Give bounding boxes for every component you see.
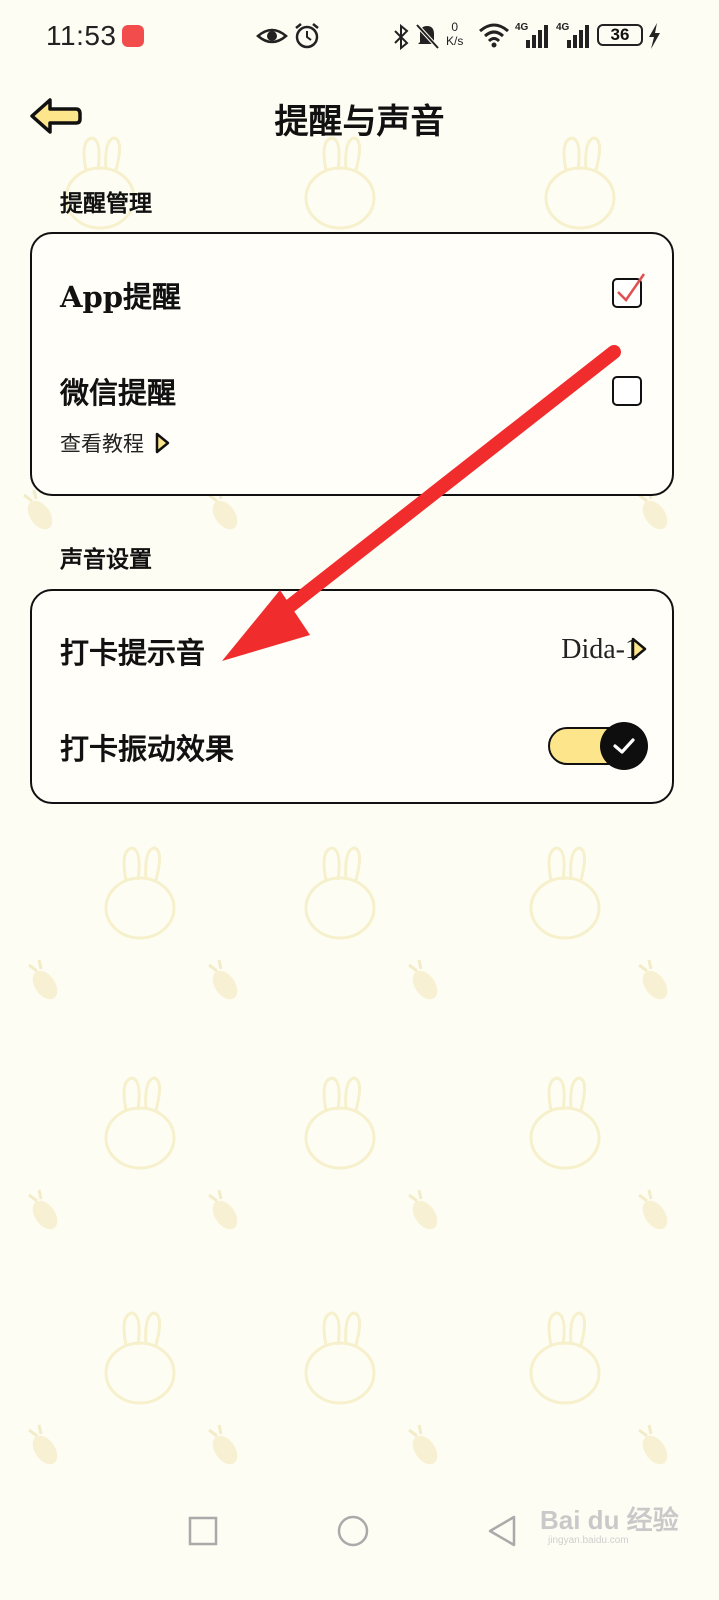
sound-section-label: 声音设置 <box>60 546 152 573</box>
vibration-toggle[interactable] <box>548 722 648 770</box>
view-tutorial-link[interactable]: 查看教程 <box>60 428 170 458</box>
notification-icon <box>122 25 144 47</box>
reminder-section-label: 提醒管理 <box>60 190 152 217</box>
chevron-right-icon[interactable] <box>630 637 648 661</box>
signal-icon <box>567 25 589 48</box>
back-nav-icon[interactable] <box>486 1514 518 1548</box>
bluetooth-icon <box>394 24 409 50</box>
view-tutorial-label: 查看教程 <box>60 432 144 456</box>
watermark-sub: jingyan.baidu.com <box>548 1535 629 1546</box>
checkin-sound-label: 打卡提示音 <box>60 636 206 670</box>
net-speed-value: 0 <box>451 20 459 34</box>
wechat-reminder-checkbox[interactable] <box>612 376 642 406</box>
net-speed: 0 K/s <box>446 20 463 48</box>
play-triangle-icon <box>155 432 170 454</box>
app-reminder-label: App提醒 <box>60 280 182 314</box>
signal-icon <box>526 25 548 48</box>
status-bar: 11:53 0 K/s 4G 4G 36 <box>0 0 719 72</box>
wechat-reminder-label: 微信提醒 <box>60 376 177 410</box>
charging-icon <box>649 23 660 49</box>
home-icon[interactable] <box>336 1514 370 1548</box>
toggle-knob <box>600 722 648 770</box>
mute-bell-icon <box>415 23 440 50</box>
eye-icon <box>256 28 288 44</box>
check-icon <box>613 738 635 754</box>
wifi-icon <box>479 23 509 48</box>
vibration-label: 打卡振动效果 <box>60 732 235 766</box>
check-icon <box>617 273 646 302</box>
battery-icon: 36 <box>597 24 643 46</box>
app-reminder-checkbox[interactable] <box>612 273 646 308</box>
status-time: 11:53 <box>46 20 117 51</box>
net-speed-unit: K/s <box>446 34 464 48</box>
alarm-icon <box>295 23 319 49</box>
recent-apps-icon[interactable] <box>188 1516 218 1546</box>
watermark-text: Bai du 经验 <box>540 1505 679 1535</box>
sound-card <box>30 589 674 804</box>
checkin-sound-value[interactable]: Dida-1 <box>561 634 639 666</box>
page-title: 提醒与声音 <box>274 102 445 142</box>
